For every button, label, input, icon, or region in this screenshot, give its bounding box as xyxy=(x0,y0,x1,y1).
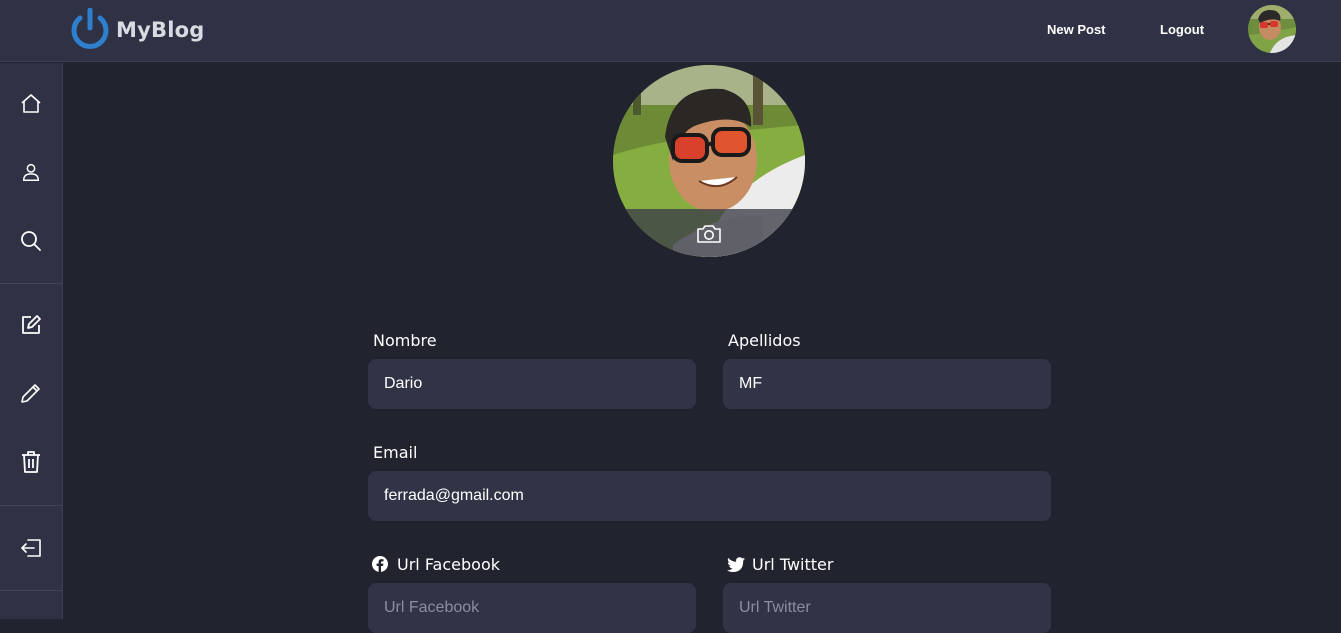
facebook-label: Url Facebook xyxy=(397,555,500,574)
profile-photo[interactable] xyxy=(613,65,805,257)
avatar-image xyxy=(1248,5,1296,53)
twitter-icon xyxy=(727,557,745,572)
nombre-input[interactable] xyxy=(368,359,696,409)
sidebar-item-delete-post[interactable] xyxy=(0,438,62,486)
email-input[interactable] xyxy=(368,471,1051,521)
brand-logo[interactable]: MyBlog xyxy=(69,8,204,52)
trash-icon xyxy=(22,451,40,473)
facebook-icon xyxy=(372,556,388,572)
apellidos-input[interactable] xyxy=(723,359,1051,409)
sidebar-divider xyxy=(0,505,62,506)
logout-icon xyxy=(21,539,41,557)
camera-icon[interactable] xyxy=(696,223,722,245)
user-avatar[interactable] xyxy=(1248,5,1296,53)
edit-square-icon xyxy=(22,315,41,334)
sidebar-item-edit-post[interactable] xyxy=(0,369,62,417)
user-icon xyxy=(22,163,40,181)
nombre-label: Nombre xyxy=(373,331,437,350)
sidebar-item-search[interactable] xyxy=(0,217,62,265)
sidebar xyxy=(0,63,63,619)
sidebar-item-profile[interactable] xyxy=(0,148,62,196)
home-icon xyxy=(21,94,41,113)
apellidos-label: Apellidos xyxy=(728,331,801,350)
sidebar-item-home[interactable] xyxy=(0,80,62,128)
top-navbar: MyBlog New Post Logout xyxy=(0,0,1341,62)
power-logo-icon xyxy=(71,8,109,49)
twitter-url-input[interactable] xyxy=(723,583,1051,633)
sidebar-item-logout[interactable] xyxy=(0,524,62,572)
sidebar-divider xyxy=(0,283,62,284)
sidebar-item-new-post[interactable] xyxy=(0,301,62,349)
sidebar-divider xyxy=(0,590,62,591)
pencil-icon xyxy=(21,384,40,403)
logout-link[interactable]: Logout xyxy=(1160,22,1204,37)
brand-name: MyBlog xyxy=(116,18,205,42)
new-post-link[interactable]: New Post xyxy=(1047,22,1106,37)
facebook-url-input[interactable] xyxy=(368,583,696,633)
search-icon xyxy=(21,231,41,251)
email-label: Email xyxy=(373,443,418,462)
twitter-label: Url Twitter xyxy=(752,555,834,574)
